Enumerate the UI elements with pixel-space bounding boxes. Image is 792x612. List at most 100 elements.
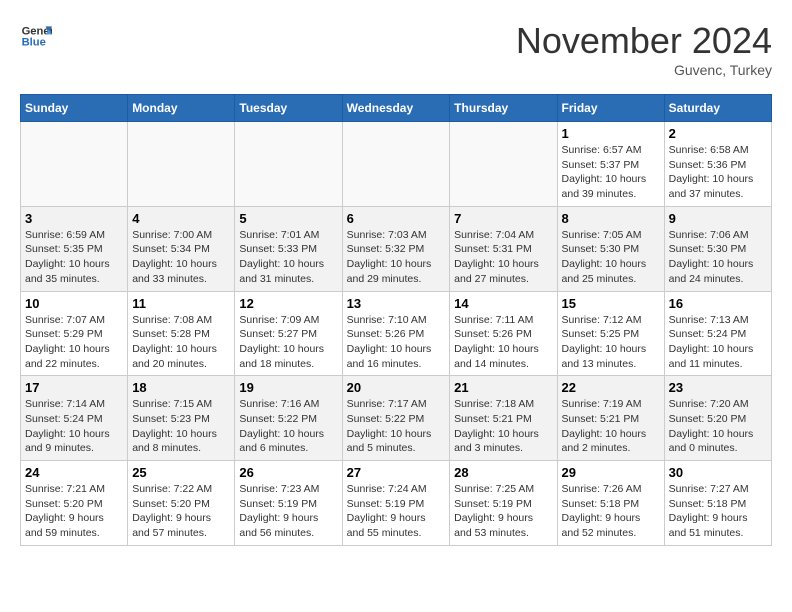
calendar-cell: 27 Sunrise: 7:24 AM Sunset: 5:19 PM Dayli… — [342, 461, 450, 546]
day-number: 10 — [25, 296, 123, 311]
calendar-cell: 24 Sunrise: 7:21 AM Sunset: 5:20 PM Dayli… — [21, 461, 128, 546]
calendar-cell: 11Sunrise: 7:08 AM Sunset: 5:28 PM Dayli… — [128, 291, 235, 376]
day-number: 16 — [669, 296, 767, 311]
day-number: 14 — [454, 296, 552, 311]
day-number: 2 — [669, 126, 767, 141]
day-info: Sunrise: 7:19 AM Sunset: 5:21 PM Dayligh… — [562, 397, 660, 456]
calendar-cell: 15 Sunrise: 7:12 AM Sunset: 5:25 PM Dayli… — [557, 291, 664, 376]
day-number: 24 — [25, 465, 123, 480]
day-info: Sunrise: 7:25 AM Sunset: 5:19 PM Dayligh… — [454, 482, 552, 541]
day-info: Sunrise: 7:11 AM Sunset: 5:26 PM Dayligh… — [454, 313, 552, 372]
day-number: 17 — [25, 380, 123, 395]
day-info: Sunrise: 7:23 AM Sunset: 5:19 PM Dayligh… — [239, 482, 337, 541]
calendar-cell: 25 Sunrise: 7:22 AM Sunset: 5:20 PM Dayli… — [128, 461, 235, 546]
day-info: Sunrise: 7:24 AM Sunset: 5:19 PM Dayligh… — [347, 482, 446, 541]
day-number: 1 — [562, 126, 660, 141]
day-number: 9 — [669, 211, 767, 226]
day-info: Sunrise: 7:18 AM Sunset: 5:21 PM Dayligh… — [454, 397, 552, 456]
calendar-cell — [342, 122, 450, 207]
calendar-cell: 26 Sunrise: 7:23 AM Sunset: 5:19 PM Dayli… — [235, 461, 342, 546]
weekday-header-friday: Friday — [557, 95, 664, 122]
weekday-header-tuesday: Tuesday — [235, 95, 342, 122]
day-number: 23 — [669, 380, 767, 395]
day-info: Sunrise: 7:07 AM Sunset: 5:29 PM Dayligh… — [25, 313, 123, 372]
calendar-cell: 28Sunrise: 7:25 AM Sunset: 5:19 PM Dayli… — [450, 461, 557, 546]
logo: General Blue — [20, 20, 52, 52]
calendar-cell: 19Sunrise: 7:16 AM Sunset: 5:22 PM Dayli… — [235, 376, 342, 461]
day-info: Sunrise: 7:12 AM Sunset: 5:25 PM Dayligh… — [562, 313, 660, 372]
calendar-cell: 14 Sunrise: 7:11 AM Sunset: 5:26 PM Dayli… — [450, 291, 557, 376]
day-info: Sunrise: 7:06 AM Sunset: 5:30 PM Dayligh… — [669, 228, 767, 287]
calendar-cell: 29 Sunrise: 7:26 AM Sunset: 5:18 PM Dayli… — [557, 461, 664, 546]
day-number: 15 — [562, 296, 660, 311]
calendar-cell: 9 Sunrise: 7:06 AM Sunset: 5:30 PM Daylig… — [664, 206, 771, 291]
day-info: Sunrise: 7:15 AM Sunset: 5:23 PM Dayligh… — [132, 397, 230, 456]
day-info: Sunrise: 7:20 AM Sunset: 5:20 PM Dayligh… — [669, 397, 767, 456]
calendar-cell: 12 Sunrise: 7:09 AM Sunset: 5:27 PM Dayli… — [235, 291, 342, 376]
calendar-cell — [450, 122, 557, 207]
calendar-cell — [21, 122, 128, 207]
day-info: Sunrise: 7:21 AM Sunset: 5:20 PM Dayligh… — [25, 482, 123, 541]
day-info: Sunrise: 7:22 AM Sunset: 5:20 PM Dayligh… — [132, 482, 230, 541]
calendar-cell: 13 Sunrise: 7:10 AM Sunset: 5:26 PM Dayli… — [342, 291, 450, 376]
calendar-cell: 8Sunrise: 7:05 AM Sunset: 5:30 PM Daylig… — [557, 206, 664, 291]
day-info: Sunrise: 7:09 AM Sunset: 5:27 PM Dayligh… — [239, 313, 337, 372]
calendar-cell — [235, 122, 342, 207]
day-info: Sunrise: 7:26 AM Sunset: 5:18 PM Dayligh… — [562, 482, 660, 541]
calendar-cell: 10 Sunrise: 7:07 AM Sunset: 5:29 PM Dayli… — [21, 291, 128, 376]
day-number: 27 — [347, 465, 446, 480]
day-number: 30 — [669, 465, 767, 480]
calendar-cell: 7 Sunrise: 7:04 AM Sunset: 5:31 PM Daylig… — [450, 206, 557, 291]
day-info: Sunrise: 7:01 AM Sunset: 5:33 PM Dayligh… — [239, 228, 337, 287]
day-number: 7 — [454, 211, 552, 226]
calendar-cell: 2 Sunrise: 6:58 AM Sunset: 5:36 PM Daylig… — [664, 122, 771, 207]
day-info: Sunrise: 6:58 AM Sunset: 5:36 PM Dayligh… — [669, 143, 767, 202]
calendar-cell: 20Sunrise: 7:17 AM Sunset: 5:22 PM Dayli… — [342, 376, 450, 461]
calendar-cell: 6 Sunrise: 7:03 AM Sunset: 5:32 PM Daylig… — [342, 206, 450, 291]
calendar-cell: 16 Sunrise: 7:13 AM Sunset: 5:24 PM Dayli… — [664, 291, 771, 376]
calendar-cell: 1 Sunrise: 6:57 AM Sunset: 5:37 PM Daylig… — [557, 122, 664, 207]
day-number: 29 — [562, 465, 660, 480]
page-header: General Blue November 2024 Guvenc, Turke… — [20, 20, 772, 78]
day-number: 25 — [132, 465, 230, 480]
day-info: Sunrise: 7:13 AM Sunset: 5:24 PM Dayligh… — [669, 313, 767, 372]
calendar-cell: 23 Sunrise: 7:20 AM Sunset: 5:20 PM Dayli… — [664, 376, 771, 461]
day-info: Sunrise: 6:59 AM Sunset: 5:35 PM Dayligh… — [25, 228, 123, 287]
day-number: 11 — [132, 296, 230, 311]
calendar-cell: 17 Sunrise: 7:14 AM Sunset: 5:24 PM Dayli… — [21, 376, 128, 461]
day-info: Sunrise: 7:10 AM Sunset: 5:26 PM Dayligh… — [347, 313, 446, 372]
calendar-cell: 4 Sunrise: 7:00 AM Sunset: 5:34 PM Daylig… — [128, 206, 235, 291]
day-number: 18 — [132, 380, 230, 395]
weekday-header-sunday: Sunday — [21, 95, 128, 122]
calendar-cell: 18 Sunrise: 7:15 AM Sunset: 5:23 PM Dayli… — [128, 376, 235, 461]
day-info: Sunrise: 7:04 AM Sunset: 5:31 PM Dayligh… — [454, 228, 552, 287]
weekday-header-saturday: Saturday — [664, 95, 771, 122]
weekday-header-thursday: Thursday — [450, 95, 557, 122]
day-number: 13 — [347, 296, 446, 311]
logo-icon: General Blue — [20, 20, 52, 52]
day-number: 22 — [562, 380, 660, 395]
day-number: 4 — [132, 211, 230, 226]
day-info: Sunrise: 7:14 AM Sunset: 5:24 PM Dayligh… — [25, 397, 123, 456]
day-info: Sunrise: 6:57 AM Sunset: 5:37 PM Dayligh… — [562, 143, 660, 202]
day-number: 21 — [454, 380, 552, 395]
day-number: 12 — [239, 296, 337, 311]
calendar-cell — [128, 122, 235, 207]
calendar-table: SundayMondayTuesdayWednesdayThursdayFrid… — [20, 94, 772, 546]
calendar-cell: 3 Sunrise: 6:59 AM Sunset: 5:35 PM Daylig… — [21, 206, 128, 291]
day-number: 20 — [347, 380, 446, 395]
day-info: Sunrise: 7:05 AM Sunset: 5:30 PM Dayligh… — [562, 228, 660, 287]
location: Guvenc, Turkey — [516, 62, 772, 78]
weekday-header-monday: Monday — [128, 95, 235, 122]
day-number: 6 — [347, 211, 446, 226]
day-info: Sunrise: 7:03 AM Sunset: 5:32 PM Dayligh… — [347, 228, 446, 287]
month-title: November 2024 — [516, 20, 772, 62]
day-info: Sunrise: 7:00 AM Sunset: 5:34 PM Dayligh… — [132, 228, 230, 287]
calendar-cell: 30 Sunrise: 7:27 AM Sunset: 5:18 PM Dayli… — [664, 461, 771, 546]
day-number: 26 — [239, 465, 337, 480]
svg-text:Blue: Blue — [22, 37, 46, 49]
day-info: Sunrise: 7:27 AM Sunset: 5:18 PM Dayligh… — [669, 482, 767, 541]
weekday-header-wednesday: Wednesday — [342, 95, 450, 122]
calendar-cell: 5Sunrise: 7:01 AM Sunset: 5:33 PM Daylig… — [235, 206, 342, 291]
day-number: 3 — [25, 211, 123, 226]
